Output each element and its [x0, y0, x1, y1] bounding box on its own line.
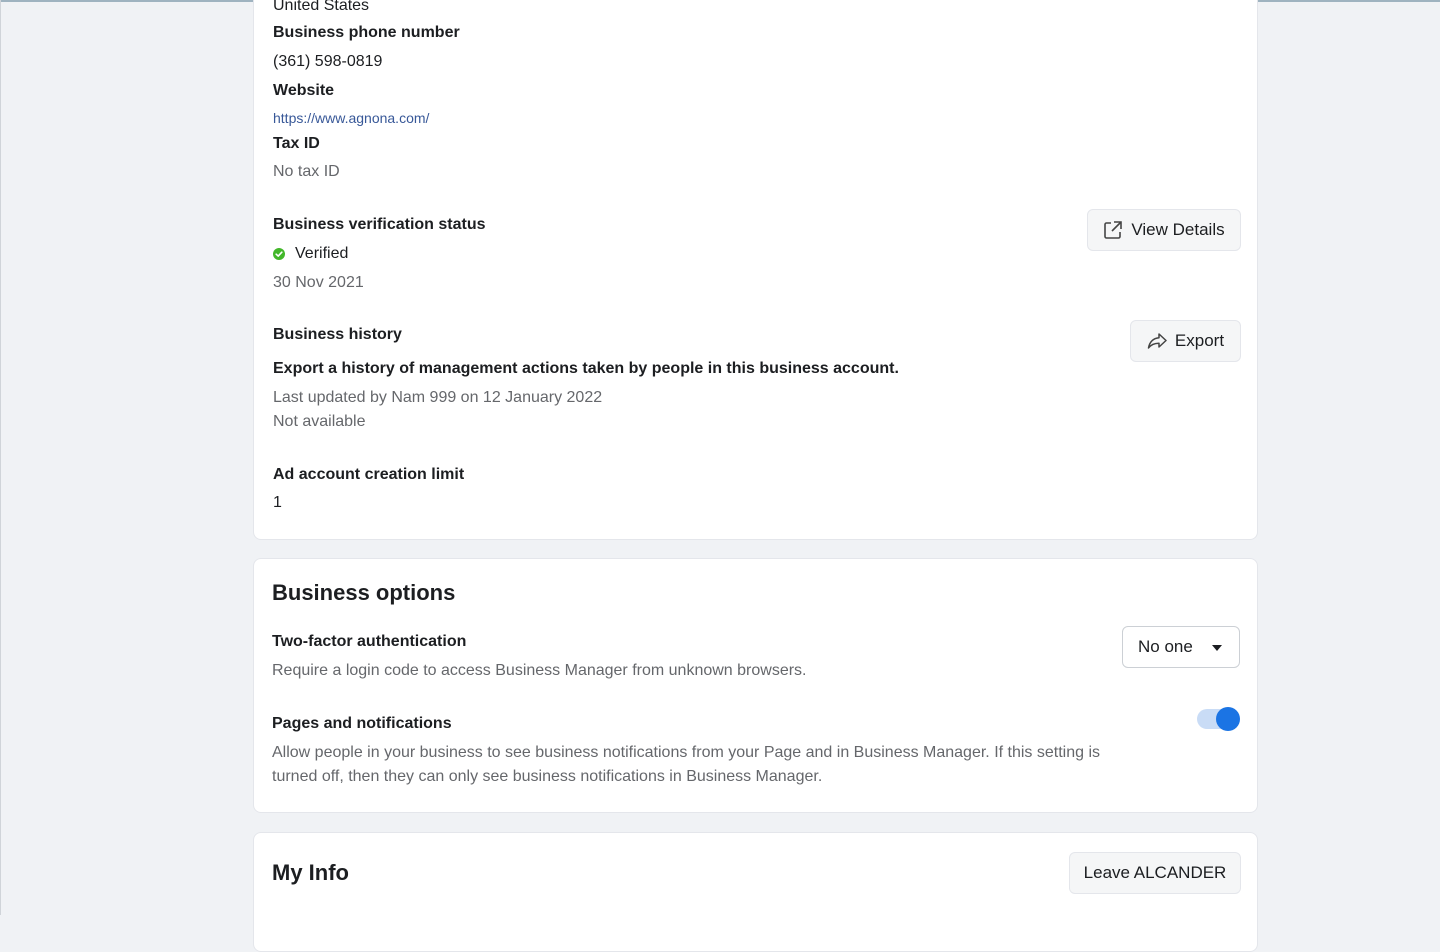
toggle-knob	[1216, 707, 1240, 731]
view-details-button[interactable]: View Details	[1087, 209, 1241, 251]
two-factor-select[interactable]: No one	[1122, 626, 1240, 668]
business-info-card: United States Business phone number (361…	[253, 0, 1258, 540]
website-link[interactable]: https://www.agnona.com/	[273, 110, 429, 126]
check-circle-icon	[273, 248, 285, 260]
business-options-title: Business options	[272, 580, 456, 605]
export-button[interactable]: Export	[1130, 320, 1241, 362]
export-label: Export	[1174, 331, 1225, 350]
verification-status-text: Verified	[295, 245, 349, 262]
my-info-title: My Info	[272, 860, 349, 885]
history-description: Export a history of management actions t…	[273, 360, 899, 377]
left-divider	[0, 0, 1, 915]
two-factor-label: Two-factor authentication	[272, 633, 467, 650]
history-availability: Not available	[273, 413, 366, 430]
share-arrow-icon	[1147, 331, 1167, 351]
leave-business-button[interactable]: Leave ALCANDER	[1069, 852, 1241, 894]
view-details-label: View Details	[1131, 220, 1225, 239]
external-link-icon	[1103, 220, 1123, 240]
business-options-card: Business options Two-factor authenticati…	[253, 558, 1258, 813]
website-label: Website	[273, 82, 335, 99]
verification-status: Verified	[273, 245, 348, 263]
phone-value: (361) 598-0819	[273, 53, 383, 70]
pages-notifications-toggle[interactable]	[1197, 707, 1241, 731]
ad-limit-value: 1	[273, 494, 282, 511]
pages-notifications-description-line1: Allow people in your business to see bus…	[272, 744, 1101, 761]
phone-label: Business phone number	[273, 24, 460, 41]
country-value: United States	[273, 0, 370, 14]
verification-label: Business verification status	[273, 216, 486, 233]
my-info-card: My Info Leave ALCANDER	[253, 832, 1258, 952]
verification-date: 30 Nov 2021	[273, 274, 364, 291]
two-factor-description: Require a login code to access Business …	[272, 662, 807, 679]
caret-down-icon	[1211, 637, 1223, 657]
tax-id-value: No tax ID	[273, 163, 340, 180]
two-factor-selected: No one	[1138, 637, 1193, 656]
pages-notifications-description-line2: turned off, then they can only see busin…	[272, 768, 823, 785]
pages-notifications-label: Pages and notifications	[272, 715, 452, 732]
ad-limit-label: Ad account creation limit	[273, 466, 465, 483]
history-updated: Last updated by Nam 999 on 12 January 20…	[273, 389, 603, 406]
tax-id-label: Tax ID	[273, 135, 320, 152]
leave-business-label: Leave ALCANDER	[1083, 863, 1227, 882]
history-label: Business history	[273, 326, 402, 343]
